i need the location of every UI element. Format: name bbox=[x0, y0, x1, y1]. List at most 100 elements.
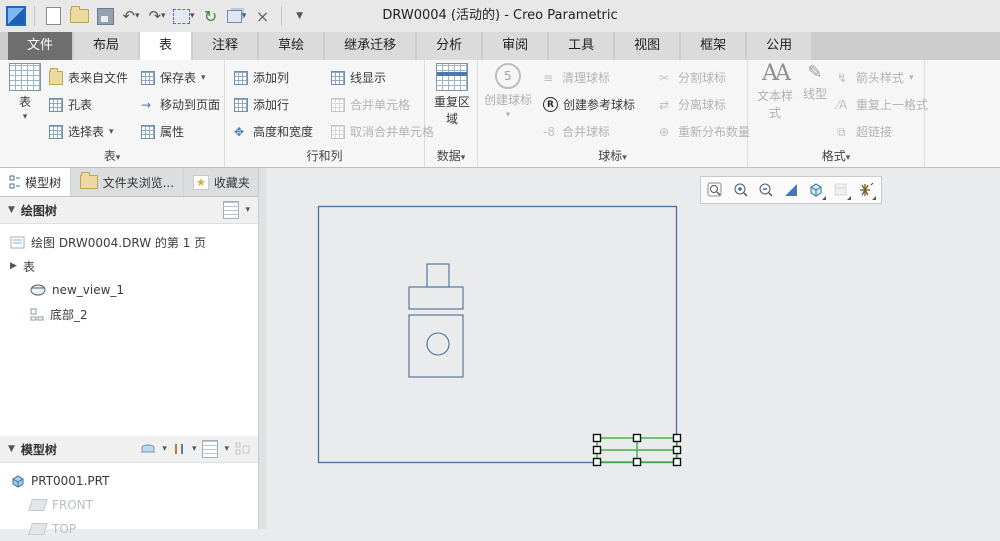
open-file-button[interactable] bbox=[69, 5, 89, 27]
tab-legacy-migration[interactable]: 继承迁移 bbox=[325, 32, 416, 60]
tab-favorites[interactable]: ★ 收藏夹 bbox=[184, 168, 258, 196]
ribbon-group-data: 重复区域 数据▾ bbox=[425, 60, 478, 167]
view-item-bottom-2[interactable]: 底部_2 bbox=[0, 302, 258, 326]
windows-dropdown-arrow-icon[interactable]: ▾ bbox=[242, 11, 247, 21]
tree-settings-dropdown-arrow-icon[interactable]: ▾ bbox=[245, 205, 250, 215]
tab-model-tree[interactable]: 模型树 bbox=[0, 168, 71, 196]
customize-toolbar-button[interactable]: ▼ bbox=[290, 5, 310, 27]
drawing-canvas[interactable] bbox=[266, 168, 1000, 529]
split-balloon-icon: ✂ bbox=[659, 70, 670, 85]
tab-view[interactable]: 视图 bbox=[615, 32, 680, 60]
save-button[interactable] bbox=[95, 5, 115, 27]
create-balloon-icon: 5 bbox=[495, 63, 521, 89]
undo-button[interactable]: ↶ ▾ bbox=[121, 5, 141, 27]
table-from-file-button[interactable]: 表来自文件 bbox=[46, 64, 131, 91]
tab-common[interactable]: 公用 bbox=[747, 32, 812, 60]
tree-settings-icon[interactable] bbox=[223, 201, 240, 219]
toolbar-separator bbox=[280, 6, 282, 26]
expand-arrow-icon[interactable]: ▶ bbox=[10, 261, 17, 271]
close-window-button[interactable]: × bbox=[253, 5, 273, 27]
collapse-arrow-icon[interactable]: ▼ bbox=[8, 205, 15, 215]
height-width-button[interactable]: ✥ 高度和宽度 bbox=[231, 118, 316, 145]
tab-framework[interactable]: 框架 bbox=[681, 32, 746, 60]
undo-icon: ↶ bbox=[122, 7, 136, 25]
group-label-table[interactable]: 表▾ bbox=[0, 146, 224, 167]
datum-plane-top-item[interactable]: TOP bbox=[0, 517, 258, 541]
tab-folder-browser[interactable]: 文件夹浏览... bbox=[71, 168, 184, 196]
tab-table[interactable]: 表 bbox=[140, 32, 192, 60]
new-file-button[interactable] bbox=[43, 5, 63, 27]
text-style-label: 文本样式 bbox=[756, 89, 793, 120]
add-column-button[interactable]: 添加列 bbox=[231, 64, 316, 91]
drawing-view-icon bbox=[30, 284, 46, 295]
line-display-label: 线显示 bbox=[350, 71, 387, 85]
tab-layout[interactable]: 布局 bbox=[74, 32, 139, 60]
tree-settings-icon[interactable] bbox=[202, 440, 219, 458]
drawing-view-new-view-1[interactable] bbox=[408, 263, 464, 378]
drawing-page-item[interactable]: 绘图 DRW0004.DRW 的第 1 页 bbox=[0, 230, 258, 254]
part-filter-dropdown-arrow-icon[interactable]: ▾ bbox=[162, 444, 167, 454]
drawing-page-label: 绘图 DRW0004.DRW 的第 1 页 bbox=[31, 235, 207, 250]
select-mode-dropdown-arrow-icon[interactable]: ▾ bbox=[190, 11, 195, 21]
redistribute-qty-icon: ⊕ bbox=[659, 124, 670, 139]
tab-analysis[interactable]: 分析 bbox=[417, 32, 482, 60]
table-node-item[interactable]: ▶ 表 bbox=[0, 254, 258, 278]
regenerate-button[interactable]: ↻ bbox=[201, 5, 221, 27]
part-item[interactable]: PRT0001.PRT bbox=[0, 469, 258, 493]
table-node-label: 表 bbox=[22, 259, 35, 274]
group-label-balloon[interactable]: 球标▾ bbox=[478, 146, 747, 167]
selected-table[interactable] bbox=[592, 433, 682, 467]
tab-annotate[interactable]: 注释 bbox=[193, 32, 258, 60]
create-ref-balloon-button[interactable]: R 创建参考球标 bbox=[540, 91, 638, 118]
select-table-button[interactable]: 选择表 ▾ bbox=[46, 118, 131, 145]
navigator-tabs: 模型树 文件夹浏览... ★ 收藏夹 bbox=[0, 168, 258, 197]
drawing-sheet[interactable] bbox=[266, 168, 1000, 529]
line-display-icon bbox=[331, 70, 345, 85]
sheet-frame bbox=[317, 205, 678, 464]
repeat-region-button[interactable]: 重复区域 bbox=[430, 63, 474, 127]
clean-balloons-button: ≡ 清理球标 bbox=[540, 64, 638, 91]
tab-review[interactable]: 审阅 bbox=[483, 32, 548, 60]
collapse-arrow-icon[interactable]: ▼ bbox=[8, 444, 15, 454]
tools-icon[interactable] bbox=[173, 442, 186, 456]
tab-file[interactable]: 文件 bbox=[8, 32, 73, 60]
tab-tools[interactable]: 工具 bbox=[549, 32, 614, 60]
group-label-data[interactable]: 数据▾ bbox=[425, 146, 477, 167]
redistribute-qty-label: 重新分布数量 bbox=[678, 125, 751, 139]
part-filter-icon[interactable] bbox=[140, 443, 156, 455]
table-big-button[interactable]: 表 ▾ bbox=[6, 63, 44, 122]
select-table-label: 选择表 bbox=[68, 125, 105, 139]
view-item-new-view-1[interactable]: new_view_1 bbox=[0, 278, 258, 302]
select-mode-button[interactable]: ▾ bbox=[173, 5, 195, 27]
add-row-button[interactable]: 添加行 bbox=[231, 91, 316, 118]
clean-balloons-label: 清理球标 bbox=[562, 71, 611, 85]
merge-balloons-icon: -8 bbox=[543, 124, 555, 139]
app-icon[interactable] bbox=[6, 6, 26, 26]
redo-dropdown-arrow-icon[interactable]: ▾ bbox=[161, 11, 166, 21]
text-style-button: AA 文本样式 bbox=[752, 63, 798, 121]
view-item-label: new_view_1 bbox=[52, 283, 125, 297]
undo-dropdown-arrow-icon[interactable]: ▾ bbox=[135, 11, 140, 21]
tab-sketch[interactable]: 草绘 bbox=[259, 32, 324, 60]
hole-table-icon bbox=[49, 97, 63, 112]
redo-button[interactable]: ↷ ▾ bbox=[147, 5, 167, 27]
add-row-label: 添加行 bbox=[253, 98, 290, 112]
navigator-panel: 模型树 文件夹浏览... ★ 收藏夹 ▼ 绘图树 ▾ 绘图 DRW0004.DR… bbox=[0, 168, 258, 536]
unmerge-cells-icon bbox=[331, 124, 345, 139]
hole-table-label: 孔表 bbox=[68, 98, 93, 112]
top-plane-label: TOP bbox=[52, 522, 77, 536]
move-to-page-button[interactable]: → 移动到页面 bbox=[138, 91, 223, 118]
merge-balloons-button: -8 合并球标 bbox=[540, 118, 638, 145]
hole-table-button[interactable]: 孔表 bbox=[46, 91, 131, 118]
drawing-page-icon bbox=[10, 236, 25, 248]
tools-dropdown-arrow-icon[interactable]: ▾ bbox=[192, 444, 197, 454]
save-table-button[interactable]: 保存表 ▾ bbox=[138, 64, 223, 91]
table-properties-button[interactable]: 属性 bbox=[138, 118, 223, 145]
redistribute-qty-button: ⊕ 重新分布数量 bbox=[656, 118, 753, 145]
datum-plane-front-item[interactable]: FRONT bbox=[0, 493, 258, 517]
folder-browser-icon bbox=[80, 172, 98, 189]
windows-button[interactable]: ▾ bbox=[226, 5, 247, 27]
line-display-button[interactable]: 线显示 bbox=[328, 64, 437, 91]
group-label-format[interactable]: 格式▾ bbox=[748, 146, 924, 167]
tree-settings-dropdown-arrow-icon[interactable]: ▾ bbox=[224, 444, 229, 454]
